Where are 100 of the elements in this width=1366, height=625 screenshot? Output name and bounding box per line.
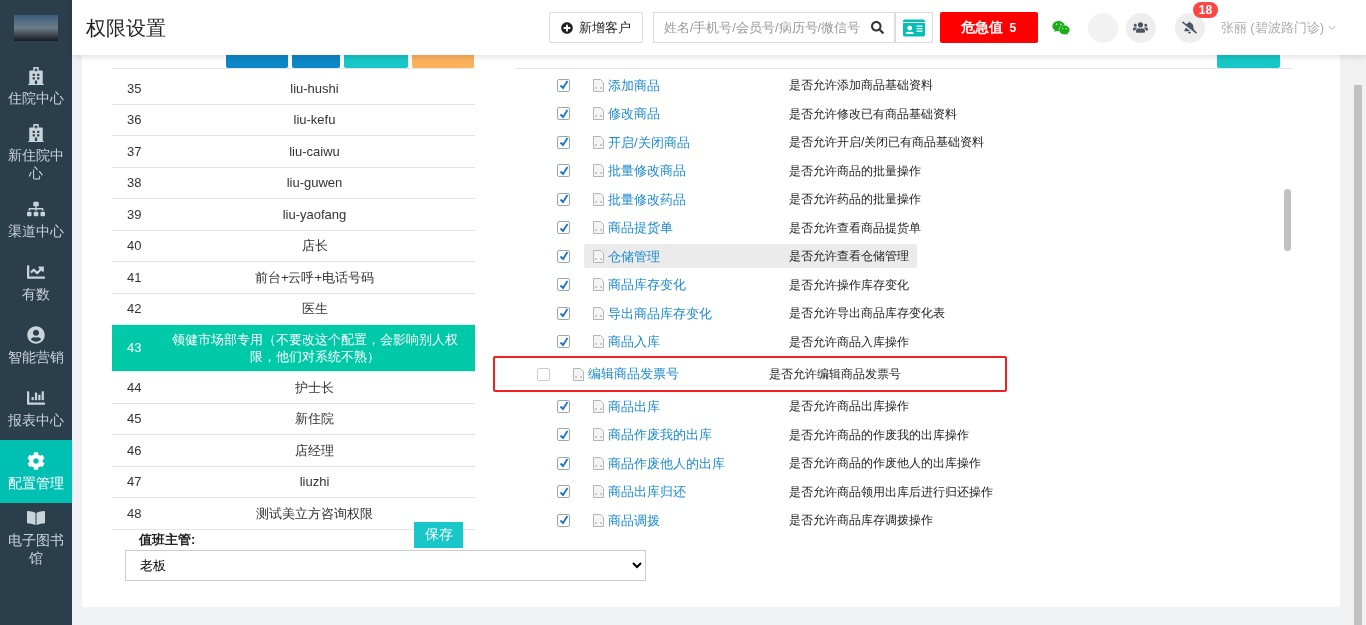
building-icon <box>27 124 45 142</box>
role-row[interactable]: 40 店长 <box>112 230 475 262</box>
permission-description: 是否允许商品的作废他人的出库操作 <box>789 455 981 473</box>
checkbox[interactable] <box>557 306 570 320</box>
role-id: 40 <box>126 237 143 255</box>
permission-name: 修改商品 <box>608 105 661 123</box>
file-icon <box>593 135 604 149</box>
role-name: liu-yaofang <box>281 205 348 223</box>
building-icon <box>27 66 45 85</box>
permission-description: 是否允许药品的批量操作 <box>789 191 921 209</box>
permission-item[interactable]: 修改商品 是否允许修改已有商品基础资料 <box>584 101 965 126</box>
role-id: 46 <box>126 441 143 460</box>
permission-description: 是否允许编辑商品发票号 <box>769 366 901 383</box>
permission-item[interactable]: 开启/关闭商品 是否允许开启/关闭已有商品基础资料 <box>584 130 993 155</box>
sidebar-item[interactable]: 住院中心 <box>0 55 72 118</box>
checkbox[interactable] <box>557 249 570 263</box>
file-icon <box>593 306 604 320</box>
group-button[interactable] <box>1125 12 1156 43</box>
checkbox[interactable] <box>557 192 570 206</box>
file-icon <box>593 485 604 499</box>
checkbox[interactable] <box>557 135 570 149</box>
checkbox[interactable] <box>557 221 570 235</box>
sidebar-item[interactable]: 有数 <box>0 251 72 314</box>
settings-icon <box>27 451 45 470</box>
permission-name: 商品作废他人的出库 <box>608 454 726 473</box>
checkbox[interactable] <box>557 164 570 178</box>
role-row[interactable]: 39 liu-yaofang <box>112 199 475 231</box>
role-row[interactable]: 44 护士长 <box>112 372 475 404</box>
permission-item[interactable]: 商品调拨 是否允许商品库存调拨操作 <box>584 508 941 533</box>
sidebar-item[interactable]: 新住院中心 <box>0 118 72 188</box>
role-name: liu-guwen <box>285 174 344 192</box>
file-icon <box>593 78 604 92</box>
file-icon <box>593 249 604 263</box>
role-id: 36 <box>126 111 143 129</box>
checkbox[interactable] <box>557 399 570 413</box>
permission-item[interactable]: 商品出库归还 是否允许商品领用出库后进行归还操作 <box>584 479 1001 504</box>
checkbox[interactable] <box>557 278 570 292</box>
checkbox[interactable] <box>557 78 570 92</box>
permission-description: 是否允许操作库存变化 <box>789 276 909 294</box>
permission-item[interactable]: 仓储管理 是否允许查看仓储管理 <box>584 244 917 269</box>
role-id: 41 <box>126 268 143 287</box>
file-icon <box>573 367 584 381</box>
role-row[interactable]: 38 liu-guwen <box>112 167 475 199</box>
permission-item[interactable]: 批量修改药品 是否允许药品的批量操作 <box>584 187 929 212</box>
sidebar-item[interactable]: 智能营销 <box>0 314 72 377</box>
permission-item[interactable]: 商品作废他人的出库 是否允许商品的作废他人的出库操作 <box>584 451 989 476</box>
add-customer-button[interactable]: 新增客户 <box>548 12 643 43</box>
permission-item[interactable]: 商品出库 是否允许商品出库操作 <box>584 394 917 419</box>
role-id: 45 <box>126 410 143 428</box>
checkbox[interactable] <box>557 513 570 527</box>
role-row[interactable]: 36 liu-kefu <box>112 104 475 136</box>
checkbox[interactable] <box>557 335 570 349</box>
sitemap-icon <box>27 199 45 218</box>
checkbox[interactable] <box>557 456 570 470</box>
sidebar-item[interactable]: 电子图书馆 <box>0 503 72 573</box>
checkbox[interactable] <box>537 367 550 381</box>
role-name: 新住院 <box>294 410 335 428</box>
permission-item[interactable]: 批量修改商品 是否允许商品的批量操作 <box>584 158 929 183</box>
role-id: 35 <box>126 79 143 98</box>
bar-chart-icon <box>27 388 45 407</box>
permission-description: 是否允许商品领用出库后进行归还操作 <box>789 483 993 501</box>
permission-item[interactable]: 添加商品 是否允许添加商品基础资料 <box>584 73 941 98</box>
sidebar-item[interactable]: 渠道中心 <box>0 188 72 251</box>
checkbox[interactable] <box>557 107 570 121</box>
permission-item[interactable]: 商品提货单 是否允许查看商品提货单 <box>584 215 929 240</box>
permission-name: 添加商品 <box>608 76 661 95</box>
role-id: 44 <box>126 378 143 397</box>
role-id: 38 <box>126 174 143 192</box>
permission-item[interactable]: 商品作废我的出库 是否允许商品的作废我的出库操作 <box>584 422 977 447</box>
permission-name: 批量修改药品 <box>608 190 687 209</box>
role-row[interactable]: 45 新住院 <box>112 403 475 435</box>
permission-item[interactable]: 商品库存变化 是否允许操作库存变化 <box>584 272 917 297</box>
permission-description: 是否允许商品入库操作 <box>789 333 909 351</box>
role-row[interactable]: 47 liuzhi <box>112 466 475 498</box>
alert-button[interactable]: 危急值 5 <box>939 12 1038 43</box>
wechat-icon[interactable] <box>1051 18 1070 37</box>
role-row[interactable]: 37 liu-caiwu <box>112 136 475 168</box>
permission-item[interactable]: 商品入库 是否允许商品入库操作 <box>584 329 917 354</box>
role-name: 店经理 <box>294 441 335 459</box>
role-row[interactable]: 41 前台+云呼+电话号码 <box>112 262 475 294</box>
permission-description: 是否允许商品的批量操作 <box>789 162 921 180</box>
permission-description: 是否允许修改已有商品基础资料 <box>789 105 957 123</box>
role-name: liu-kefu <box>292 111 337 129</box>
scrollbar-thumb[interactable] <box>1284 189 1291 251</box>
checkbox[interactable] <box>557 485 570 499</box>
search-field[interactable]: 姓名/手机号/会员号/病历号/微信号 <box>652 12 895 43</box>
permission-item[interactable]: 导出商品库存变化 是否允许导出商品库存变化表 <box>584 301 953 326</box>
permission-name: 批量修改商品 <box>608 162 687 180</box>
scrollbar-thumb[interactable] <box>1354 85 1362 625</box>
checkbox[interactable] <box>557 428 570 442</box>
role-name: liuzhi <box>298 473 331 491</box>
supervisor-select[interactable]: 老板 <box>125 549 646 581</box>
file-icon <box>593 221 604 235</box>
file-icon <box>593 456 604 470</box>
notification-button[interactable] <box>1174 12 1205 43</box>
role-row[interactable]: 35 liu-hushi <box>112 73 475 105</box>
role-name: liu-hushi <box>289 79 340 97</box>
role-row[interactable]: 46 店经理 <box>112 435 475 467</box>
permission-description: 是否允许商品出库操作 <box>789 398 909 416</box>
sidebar-item[interactable]: 报表中心 <box>0 377 72 440</box>
